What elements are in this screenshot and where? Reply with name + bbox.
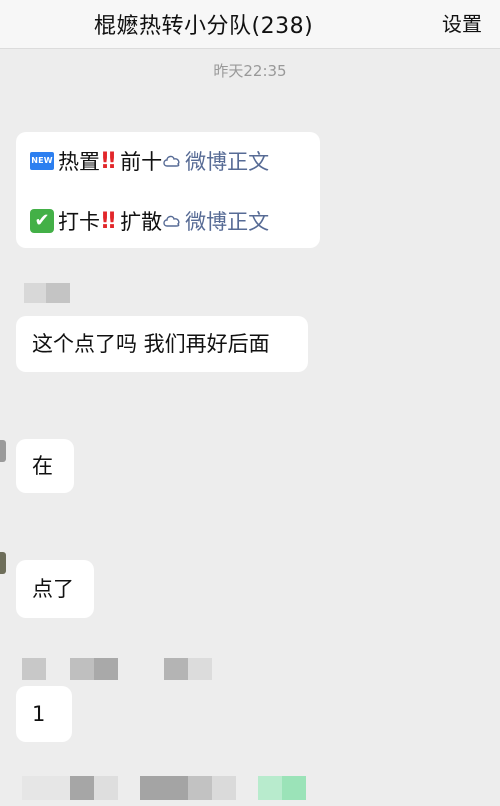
message-text: 热置 — [58, 150, 100, 174]
check-mark-icon: ✔ — [30, 209, 54, 233]
message-line: ✔ 打卡 !! 扩散 微博正文 — [30, 204, 304, 238]
cloud-icon — [163, 215, 180, 227]
settings-button[interactable]: 设置 — [442, 8, 482, 37]
weibo-link[interactable]: 微博正文 — [162, 146, 269, 176]
group-title: 棍嬷热转小分队(238) — [94, 14, 314, 39]
message-text: 在 — [32, 454, 53, 478]
message-text: 前十 — [120, 150, 163, 174]
link-text: 微博正文 — [185, 150, 270, 174]
link-text: 微博正文 — [185, 210, 270, 234]
new-badge-icon: NEW — [30, 152, 54, 170]
message-bubble[interactable]: 1 — [16, 686, 72, 742]
cloud-icon — [163, 155, 180, 167]
double-exclamation-icon: !! — [100, 208, 117, 234]
chat-header: 棍嬷热转小分队(238) 设置 — [0, 0, 500, 49]
message-text: 扩散 — [120, 210, 163, 234]
message-text: 这个点了吗 我们再好后面 — [32, 332, 270, 356]
message-bubble[interactable]: 在 — [16, 439, 74, 493]
weibo-link[interactable]: 微博正文 — [162, 206, 269, 236]
message-line: NEW 热置 !! 前十 微博正文 — [30, 144, 304, 178]
message-text: 打卡 — [58, 210, 100, 234]
message-bubble[interactable]: 这个点了吗 我们再好后面 — [16, 316, 308, 372]
message-bubble[interactable]: NEW 热置 !! 前十 微博正文 ✔ 打卡 !! 扩散 微博正文 — [16, 132, 320, 248]
message-text: 点了 — [32, 577, 74, 601]
message-timestamp: 昨天22:35 — [213, 62, 287, 80]
message-text: 1 — [32, 702, 46, 726]
avatar[interactable] — [0, 552, 6, 574]
message-bubble[interactable]: 点了 — [16, 560, 94, 618]
double-exclamation-icon: !! — [100, 148, 117, 174]
avatar[interactable] — [0, 440, 6, 462]
